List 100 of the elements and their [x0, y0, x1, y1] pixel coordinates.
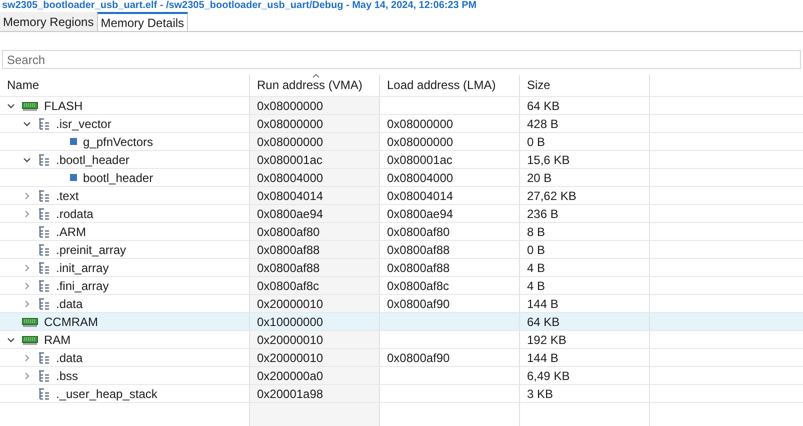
tree-structure-icon	[38, 280, 50, 292]
tree-item-label[interactable]: .fini_array	[56, 276, 109, 294]
table-cell: 0x20000010	[250, 295, 380, 312]
table-cell: 0x0800af88	[250, 241, 380, 258]
memory-chip-icon	[22, 316, 38, 326]
table-row[interactable]: g_pfnVectors 0x08000000 0x08000000 0 B	[0, 133, 803, 151]
table-cell: 0x08004014	[250, 187, 380, 204]
table-cell: 0x0800af88	[380, 241, 520, 258]
tree-item-label[interactable]: g_pfnVectors	[83, 132, 154, 150]
table-cell: 64 KB	[520, 313, 650, 330]
memory-chip-icon	[22, 334, 38, 344]
table-cell: 4 B	[520, 259, 650, 276]
table-cell: 236 B	[520, 205, 650, 222]
table-cell: 0x0800af8c	[380, 277, 520, 294]
table-cell: 0x08004014	[380, 187, 520, 204]
tree-item-label[interactable]: RAM	[44, 330, 71, 348]
table-row[interactable]: .isr_vector 0x08000000 0x08000000 428 B	[0, 115, 803, 133]
column-header[interactable]: Size	[527, 76, 550, 94]
tree-structure-icon	[38, 190, 50, 202]
table-cell: 0x08000000	[380, 133, 520, 150]
table-cell: 0x08000000	[380, 115, 520, 132]
table-row[interactable]: .ARM 0x0800af80 0x0800af80 8 B	[0, 223, 803, 241]
tree-structure-icon	[38, 352, 50, 364]
square-icon	[70, 174, 77, 181]
table-row[interactable]: RAM 0x20000010 192 KB	[0, 331, 803, 349]
table-cell: 0 B	[520, 241, 650, 258]
table-cell: 0x08000000	[250, 115, 380, 132]
table-cell: 144 B	[520, 295, 650, 312]
tree-structure-icon	[38, 370, 50, 382]
table-row[interactable]: FLASH 0x08000000 64 KB	[0, 97, 803, 115]
table-cell: 27,62 KB	[520, 187, 650, 204]
tree-item-label[interactable]: CCMRAM	[44, 312, 98, 330]
table-cell: 0x08000000	[250, 97, 380, 114]
table-row[interactable]: .data 0x20000010 0x0800af90 144 B	[0, 295, 803, 313]
editor-title: sw2305_bootloader_usb_uart.elf - /sw2305_bootloader_usb_uart/Debug - May 14, 2024, 12:06:23 PM	[1, 0, 478, 11]
tab[interactable]: Memory Details	[96, 12, 188, 31]
table-row[interactable]: bootl_header 0x08004000 0x08004000 20 B	[0, 169, 803, 187]
table-cell: 192 KB	[520, 331, 650, 348]
table-row[interactable]: .text 0x08004014 0x08004014 27,62 KB	[0, 187, 803, 205]
tree-item-label[interactable]: .rodata	[56, 204, 94, 222]
column-header[interactable]: Load address (LMA)	[387, 76, 496, 94]
tree-item-label[interactable]: .bss	[56, 366, 78, 384]
table-cell: 20 B	[520, 169, 650, 186]
tree-structure-icon	[38, 226, 50, 238]
tree-item-label[interactable]: .init_array	[56, 258, 109, 276]
table-cell: 428 B	[520, 115, 650, 132]
tree-item-label[interactable]: .ARM	[56, 222, 86, 240]
table-cell: 0x0800af8c	[250, 277, 380, 294]
table-cell: 3 KB	[520, 385, 650, 402]
table-cell: 0x20000010	[250, 349, 380, 366]
sort-caret-icon	[312, 73, 320, 78]
table-row[interactable]: .fini_array 0x0800af8c 0x0800af8c 4 B	[0, 277, 803, 295]
tree-structure-icon	[38, 208, 50, 220]
table-cell: 15,6 KB	[520, 151, 650, 168]
table-cell: 0x0800af88	[380, 259, 520, 276]
table-row[interactable]: .init_array 0x0800af88 0x0800af88 4 B	[0, 259, 803, 277]
tree-item-label[interactable]: .bootl_header	[56, 150, 130, 168]
tree-item-label[interactable]: .data	[56, 294, 83, 312]
tree-structure-icon	[38, 388, 50, 400]
table-row[interactable]: ._user_heap_stack 0x20001a98 3 KB	[0, 385, 803, 403]
table-cell: 0x20001a98	[250, 385, 380, 402]
table-cell: 0x0800ae94	[250, 205, 380, 222]
table-row[interactable]: .data 0x20000010 0x0800af90 144 B	[0, 349, 803, 367]
tree-structure-icon	[38, 298, 50, 310]
table-cell: 6,49 KB	[520, 367, 650, 384]
table-cell: 0x200000a0	[250, 367, 380, 384]
tree-structure-icon	[38, 118, 50, 130]
table-cell: 0x080001ac	[380, 151, 520, 168]
tree-item-label[interactable]: FLASH	[44, 96, 83, 114]
table-cell: 64 KB	[520, 97, 650, 114]
table-row[interactable]: .bootl_header 0x080001ac 0x080001ac 15,6 KB	[0, 151, 803, 169]
table-row[interactable]: .bss 0x200000a0 6,49 KB	[0, 367, 803, 385]
square-icon	[70, 138, 77, 145]
table-row[interactable]: .rodata 0x0800ae94 0x0800ae94 236 B	[0, 205, 803, 223]
tree-structure-icon	[38, 244, 50, 256]
tab[interactable]: Memory Regions	[0, 12, 97, 31]
tree-item-label[interactable]: ._user_heap_stack	[56, 384, 158, 402]
table-cell: 0x0800af90	[380, 295, 520, 312]
table-cell: 0x10000000	[250, 313, 380, 330]
table-row[interactable]: CCMRAM 0x10000000 64 KB	[0, 313, 803, 331]
table-cell: 0x20000010	[250, 331, 380, 348]
search-field[interactable]: Search	[2, 50, 801, 69]
tree-item-label[interactable]: .preinit_array	[56, 240, 126, 258]
table-cell: 4 B	[520, 277, 650, 294]
table-cell: 0x08000000	[250, 133, 380, 150]
table-cell: 0x08004000	[380, 169, 520, 186]
table-cell: 0x0800af80	[380, 223, 520, 240]
tree-item-label[interactable]: .text	[56, 186, 79, 204]
table-cell: 0x0800af80	[250, 223, 380, 240]
tree-item-label[interactable]: bootl_header	[83, 168, 154, 186]
table-cell: 0x0800ae94	[380, 205, 520, 222]
table-cell: 0 B	[520, 133, 650, 150]
table-cell: 0x0800af90	[380, 349, 520, 366]
table-cell: 8 B	[520, 223, 650, 240]
tree-item-label[interactable]: .isr_vector	[56, 114, 112, 132]
tree-item-label[interactable]: .data	[56, 348, 83, 366]
table-cell: 0x08004000	[250, 169, 380, 186]
table-row[interactable]: .preinit_array 0x0800af88 0x0800af88 0 B	[0, 241, 803, 259]
column-header[interactable]: Run address (VMA)	[257, 76, 362, 94]
column-header[interactable]: Name	[7, 76, 40, 94]
